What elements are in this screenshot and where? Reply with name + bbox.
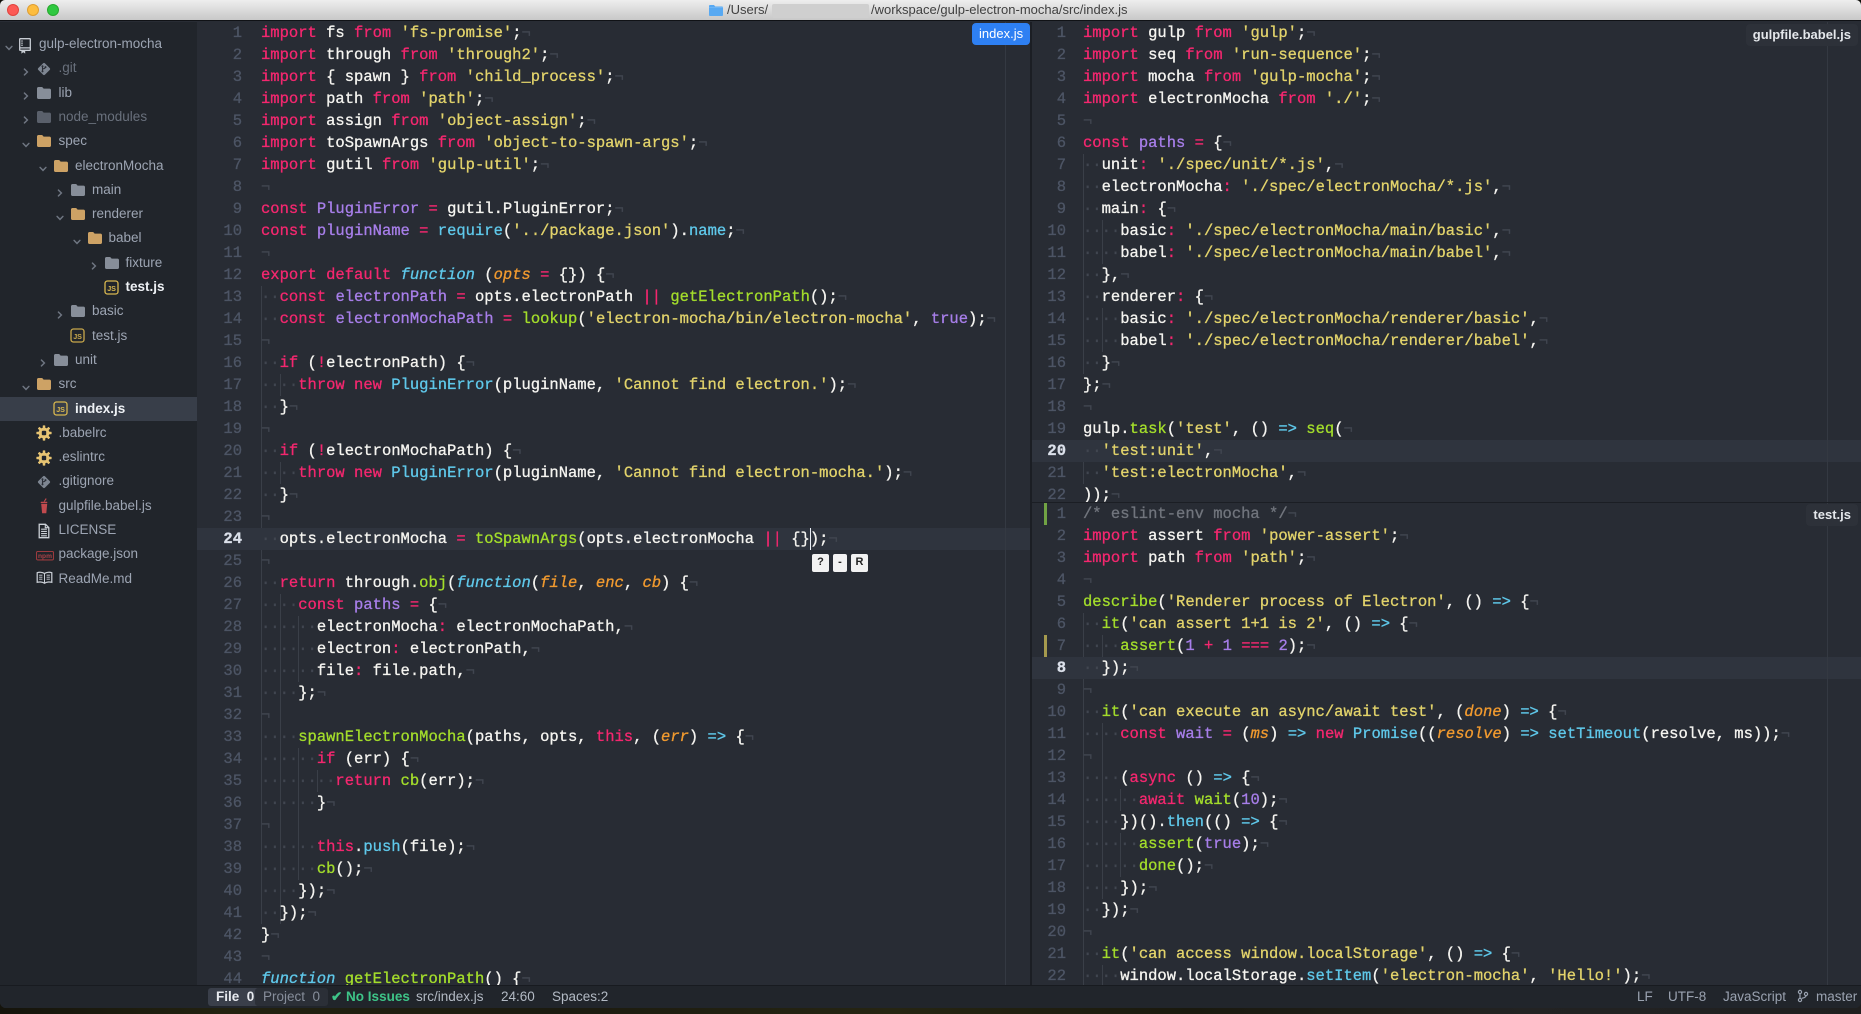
svg-text:npm: npm (38, 553, 52, 560)
svg-text:JS: JS (107, 284, 116, 293)
svg-text:JS: JS (73, 332, 82, 341)
svg-text:JS: JS (56, 405, 65, 414)
